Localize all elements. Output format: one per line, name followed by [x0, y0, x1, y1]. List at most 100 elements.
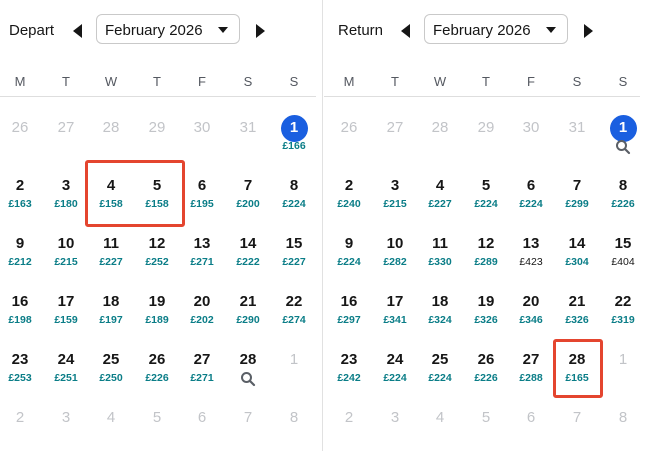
- depart-day-cell[interactable]: 15 £227: [272, 235, 316, 283]
- day-number: 8: [289, 409, 299, 426]
- depart-month-select[interactable]: February 2026: [96, 14, 240, 44]
- return-day-cell[interactable]: 6 £224: [509, 177, 553, 225]
- depart-next-month-arrow-icon[interactable]: [252, 22, 268, 40]
- return-day-cell[interactable]: 14 £304: [555, 235, 599, 283]
- day-number: 29: [148, 119, 166, 136]
- day-number: 24: [57, 351, 75, 368]
- depart-day-cell[interactable]: 6 £195: [180, 177, 224, 225]
- depart-day-cell[interactable]: 17 £159: [44, 293, 88, 341]
- depart-day-cell[interactable]: 23 £253: [0, 351, 42, 399]
- return-day-cell: 29: [464, 119, 508, 167]
- return-day-cell[interactable]: 1: [601, 115, 645, 167]
- return-day-cell[interactable]: 11 £330: [418, 235, 462, 283]
- return-day-cell[interactable]: 26 £226: [464, 351, 508, 399]
- return-day-cell: 6: [509, 409, 553, 457]
- return-day-cell: 28: [418, 119, 462, 167]
- depart-day-cell[interactable]: 12 £252: [135, 235, 179, 283]
- weekday-label: S: [243, 74, 253, 89]
- day-number: 4: [106, 177, 116, 194]
- return-day-cell[interactable]: 18 £324: [418, 293, 462, 341]
- day-number: 28: [239, 351, 257, 368]
- return-day-cell[interactable]: 12 £289: [464, 235, 508, 283]
- day-price: £330: [428, 256, 452, 268]
- search-icon[interactable]: [240, 371, 256, 387]
- return-day-cell[interactable]: 4 £227: [418, 177, 462, 225]
- return-day-cell[interactable]: 13 £423: [509, 235, 553, 283]
- day-number: 26: [477, 351, 495, 368]
- day-price: £289: [474, 256, 498, 268]
- depart-day-cell[interactable]: 28: [226, 351, 270, 399]
- return-day-cell[interactable]: 27 £288: [509, 351, 553, 399]
- day-number: 26: [11, 119, 29, 136]
- day-price: £165: [565, 372, 589, 384]
- depart-day-cell[interactable]: 16 £198: [0, 293, 42, 341]
- weekday-label: T: [62, 74, 70, 89]
- depart-day-cell[interactable]: 1 £166: [272, 115, 316, 167]
- depart-day-cell[interactable]: 25 £250: [89, 351, 133, 399]
- depart-day-cell[interactable]: 8 £224: [272, 177, 316, 225]
- depart-day-cell[interactable]: 5 £158: [135, 177, 179, 225]
- depart-day-cell[interactable]: 26 £226: [135, 351, 179, 399]
- return-day-cell[interactable]: 20 £346: [509, 293, 553, 341]
- depart-prev-month-arrow-icon[interactable]: [70, 22, 86, 40]
- return-day-cell[interactable]: 28 £165: [555, 351, 599, 399]
- day-number: 15: [614, 235, 632, 252]
- depart-day-cell[interactable]: 3 £180: [44, 177, 88, 225]
- depart-day-cell[interactable]: 27 £271: [180, 351, 224, 399]
- day-number: 4: [435, 409, 445, 426]
- day-price: £224: [519, 198, 543, 210]
- depart-day-cell[interactable]: 2 £163: [0, 177, 42, 225]
- day-price: £215: [383, 198, 407, 210]
- depart-day-cell[interactable]: 13 £271: [180, 235, 224, 283]
- depart-day-cell[interactable]: 9 £212: [0, 235, 42, 283]
- depart-day-cell[interactable]: 7 £200: [226, 177, 270, 225]
- return-month-select[interactable]: February 2026: [424, 14, 568, 44]
- day-price: £251: [54, 372, 78, 384]
- day-number: 21: [239, 293, 257, 310]
- day-price: £326: [565, 314, 589, 326]
- depart-day-cell[interactable]: 19 £189: [135, 293, 179, 341]
- depart-day-cell[interactable]: 18 £197: [89, 293, 133, 341]
- depart-weekday-header: MTWTFSS: [0, 74, 322, 90]
- day-price: £274: [282, 314, 306, 326]
- return-day-cell[interactable]: 5 £224: [464, 177, 508, 225]
- return-day-cell[interactable]: 19 £326: [464, 293, 508, 341]
- day-number: 19: [148, 293, 166, 310]
- depart-day-cell[interactable]: 11 £227: [89, 235, 133, 283]
- depart-day-cell[interactable]: 20 £202: [180, 293, 224, 341]
- day-price: £224: [428, 372, 452, 384]
- day-number: 25: [431, 351, 449, 368]
- return-day-cell[interactable]: 22 £319: [601, 293, 645, 341]
- return-day-cell[interactable]: 8 £226: [601, 177, 645, 225]
- day-number: 5: [481, 409, 491, 426]
- return-day-cell[interactable]: 17 £341: [373, 293, 417, 341]
- return-day-cell[interactable]: 24 £224: [373, 351, 417, 399]
- day-number: 17: [386, 293, 404, 310]
- return-day-cell[interactable]: 23 £242: [327, 351, 371, 399]
- return-day-cell[interactable]: 21 £326: [555, 293, 599, 341]
- return-day-cell[interactable]: 15 £404: [601, 235, 645, 283]
- day-number: 28: [102, 119, 120, 136]
- return-day-cell[interactable]: 3 £215: [373, 177, 417, 225]
- return-day-cell[interactable]: 9 £224: [327, 235, 371, 283]
- return-day-cell[interactable]: 2 £240: [327, 177, 371, 225]
- day-number: 26: [340, 119, 358, 136]
- return-next-month-arrow-icon[interactable]: [580, 22, 596, 40]
- day-number: 6: [526, 409, 536, 426]
- depart-day-cell: 3: [44, 409, 88, 457]
- return-day-cell[interactable]: 25 £224: [418, 351, 462, 399]
- day-number: 6: [197, 177, 207, 194]
- return-prev-month-arrow-icon[interactable]: [398, 22, 414, 40]
- depart-day-cell[interactable]: 14 £222: [226, 235, 270, 283]
- depart-day-cell[interactable]: 24 £251: [44, 351, 88, 399]
- depart-day-cell[interactable]: 4 £158: [89, 177, 133, 225]
- return-day-cell[interactable]: 7 £299: [555, 177, 599, 225]
- search-icon[interactable]: [615, 139, 631, 155]
- depart-day-cell[interactable]: 22 £274: [272, 293, 316, 341]
- day-number: 26: [148, 351, 166, 368]
- return-day-cell[interactable]: 16 £297: [327, 293, 371, 341]
- day-number: 12: [148, 235, 166, 252]
- depart-day-cell[interactable]: 21 £290: [226, 293, 270, 341]
- return-day-cell[interactable]: 10 £282: [373, 235, 417, 283]
- depart-day-cell[interactable]: 10 £215: [44, 235, 88, 283]
